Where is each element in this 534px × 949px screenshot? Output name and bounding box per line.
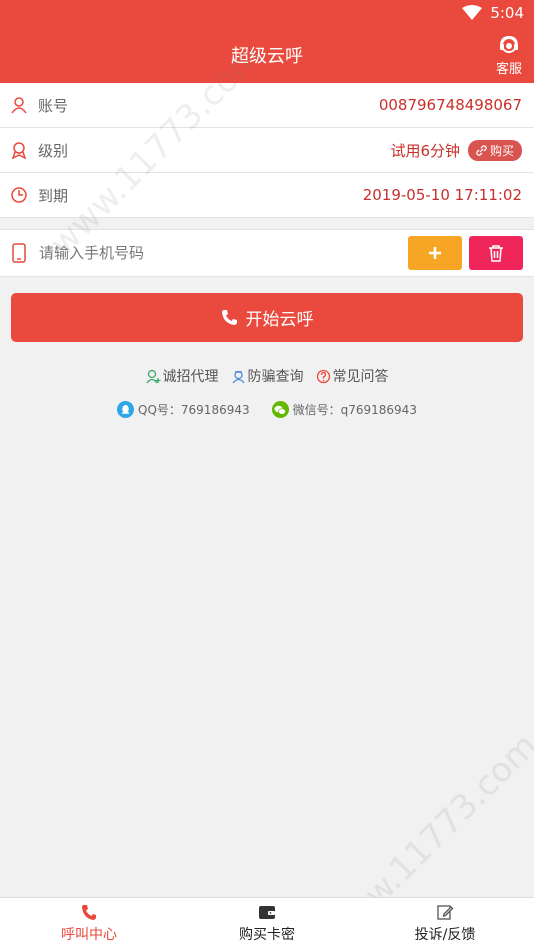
user-add-icon bbox=[145, 369, 160, 383]
account-value: 008796748498067 bbox=[378, 96, 522, 114]
tab-call-center[interactable]: 呼叫中心 bbox=[0, 898, 178, 949]
tab-call-center-label: 呼叫中心 bbox=[61, 927, 117, 943]
wallet-icon bbox=[259, 906, 275, 919]
help-links: 诚招代理 防骗查询 常见问答 bbox=[0, 366, 534, 386]
police-icon bbox=[231, 370, 245, 383]
tab-buy-card-label: 购买卡密 bbox=[239, 927, 295, 943]
edit-icon bbox=[437, 905, 454, 920]
faq-link[interactable]: 常见问答 bbox=[316, 366, 389, 386]
badge-icon bbox=[11, 142, 27, 159]
tab-buy-card[interactable]: 购买卡密 bbox=[178, 898, 356, 949]
level-label: 级别 bbox=[38, 141, 69, 160]
agent-link[interactable]: 诚招代理 bbox=[145, 366, 219, 386]
tab-complaint[interactable]: 投诉/反馈 bbox=[356, 898, 534, 949]
delete-number-button[interactable] bbox=[469, 236, 523, 270]
status-time: 5:04 bbox=[490, 4, 524, 22]
service-label: 客服 bbox=[495, 62, 522, 77]
qq-contact: QQ号：769186943 bbox=[117, 401, 250, 418]
expire-value: 2019-05-10 17:11:02 bbox=[362, 186, 522, 204]
tab-complaint-label: 投诉/反馈 bbox=[414, 927, 476, 943]
wifi-icon bbox=[462, 5, 483, 20]
phone-number-input[interactable] bbox=[39, 244, 408, 262]
wechat-contact: 微信号：q769186943 bbox=[271, 401, 417, 418]
status-bar: 5:04 bbox=[462, 4, 524, 22]
expire-label: 到期 bbox=[38, 186, 69, 205]
account-info: 账号 008796748498067 级别 试用6分钟 购买 到期 2019-0… bbox=[0, 83, 534, 218]
account-label: 账号 bbox=[38, 96, 69, 115]
bottom-tab-bar: 呼叫中心 购买卡密 投诉/反馈 bbox=[0, 897, 534, 949]
page-title: 超级云呼 bbox=[231, 46, 303, 67]
account-row: 账号 008796748498067 bbox=[0, 83, 534, 128]
plus-icon bbox=[429, 247, 441, 259]
level-value: 试用6分钟 bbox=[390, 141, 460, 160]
level-row: 级别 试用6分钟 购买 bbox=[0, 128, 534, 173]
anti-fraud-link-label: 防骗查询 bbox=[247, 369, 304, 385]
user-icon bbox=[11, 97, 27, 114]
buy-label: 购买 bbox=[489, 143, 514, 158]
expire-row: 到期 2019-05-10 17:11:02 bbox=[0, 173, 534, 218]
anti-fraud-link[interactable]: 防骗查询 bbox=[231, 366, 304, 386]
qq-text: QQ号：769186943 bbox=[138, 403, 250, 417]
customer-service-button[interactable]: 客服 bbox=[494, 34, 524, 77]
app-header: 5:04 超级云呼 客服 bbox=[0, 0, 534, 83]
phone-input-bar bbox=[0, 229, 534, 277]
wechat-text: 微信号：q769186943 bbox=[292, 403, 417, 417]
mobile-phone-icon bbox=[12, 243, 26, 263]
faq-link-label: 常见问答 bbox=[332, 369, 389, 385]
start-call-button[interactable]: 开始云呼 bbox=[11, 293, 523, 342]
link-icon bbox=[476, 144, 487, 156]
wechat-icon bbox=[271, 401, 289, 418]
add-number-button[interactable] bbox=[408, 236, 462, 270]
qq-icon bbox=[117, 401, 135, 418]
agent-link-label: 诚招代理 bbox=[162, 369, 219, 385]
phone-call-icon bbox=[221, 310, 237, 325]
contact-info: QQ号：769186943 微信号：q769186943 bbox=[0, 401, 534, 418]
start-call-label: 开始云呼 bbox=[245, 310, 314, 330]
headset-icon bbox=[500, 35, 518, 53]
clock-icon bbox=[11, 187, 27, 203]
question-icon bbox=[316, 369, 330, 383]
phone-call-icon bbox=[82, 905, 96, 920]
trash-icon bbox=[489, 245, 503, 262]
buy-badge-button[interactable]: 购买 bbox=[467, 139, 522, 161]
